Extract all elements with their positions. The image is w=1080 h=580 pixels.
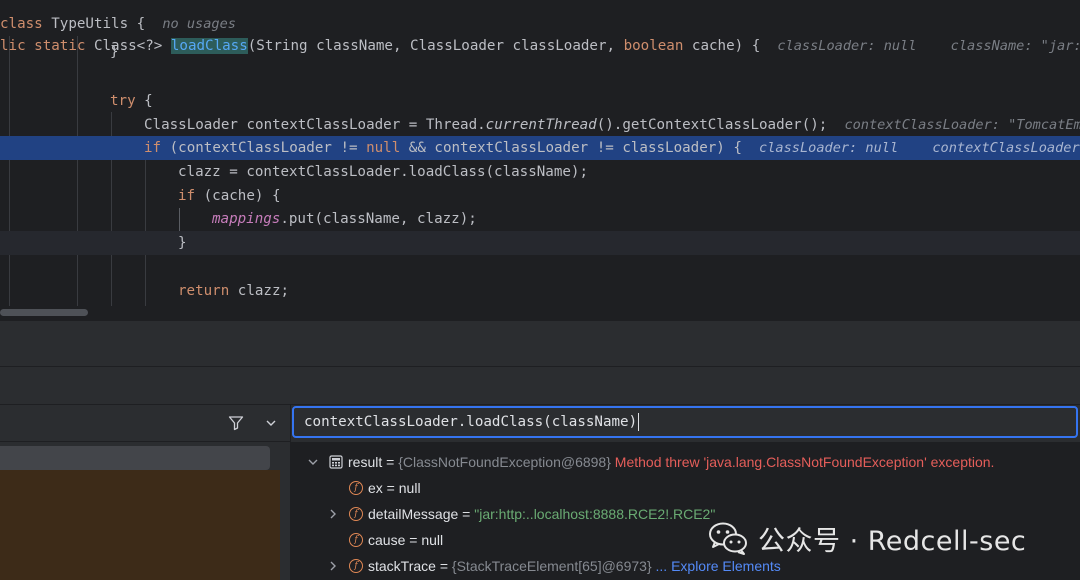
code-text: .put(className, clazz);	[280, 211, 477, 227]
code-text: (cache) {	[195, 188, 281, 204]
code-text: && contextClassLoader != classLoader) {	[400, 140, 742, 156]
variable-value: null	[398, 480, 421, 496]
field-f-icon: f	[349, 481, 363, 495]
code-text: ClassLoader contextClassLoader = Thread.	[144, 117, 486, 133]
code-text: ().getContextClassLoader();	[596, 117, 828, 133]
field-f-icon: f	[349, 559, 363, 573]
equals: =	[382, 480, 399, 496]
field-f-icon: f	[349, 533, 363, 547]
code-line[interactable]: try {	[0, 89, 1080, 113]
variable-name: result	[348, 454, 383, 470]
filter-icon[interactable]	[228, 415, 244, 431]
text-cursor	[638, 413, 640, 431]
code-line[interactable]: }	[0, 40, 1080, 64]
equals: =	[458, 506, 475, 522]
variable-value: null	[421, 532, 444, 548]
code-text: clazz = contextClassLoader.loadClass(cla…	[178, 164, 588, 180]
keyword: null	[366, 140, 401, 156]
caret-line[interactable]: }	[0, 231, 1080, 255]
code-text: currentThread	[485, 117, 597, 133]
code-text: (contextClassLoader !=	[161, 140, 367, 156]
frames-list[interactable]	[0, 470, 280, 580]
chevron-right-icon[interactable]	[327, 501, 339, 527]
expression-input[interactable]: contextClassLoader.loadClass(className)	[292, 406, 1078, 438]
variable-entry: cause = null	[368, 527, 443, 553]
keyword: try	[110, 93, 136, 109]
inline-value-hint: contextClassLoader: "TomcatEm	[844, 117, 1080, 133]
explore-elements-link[interactable]: ... Explore Elements	[652, 558, 781, 574]
code-text: clazz;	[229, 283, 290, 299]
code-line[interactable]: mappings.put(className, clazz);	[0, 207, 1080, 231]
wechat-icon	[709, 522, 747, 555]
chevron-down-icon[interactable]	[307, 449, 319, 475]
brace: }	[110, 44, 119, 60]
calculator-icon	[329, 455, 343, 469]
code-line[interactable]: clazz = contextClassLoader.loadClass(cla…	[0, 160, 1080, 184]
tree-row-result[interactable]: result = {ClassNotFoundException@6898} M…	[291, 449, 1080, 475]
variable-name: cause	[368, 532, 406, 548]
keyword: if	[178, 188, 196, 204]
variable-entry: result = {ClassNotFoundException@6898} M…	[348, 449, 994, 475]
inline-value-hint: classLoader: null	[759, 140, 899, 156]
variable-value: "jar:http:..localhost:8888.RCE2!.RCE2"	[474, 506, 716, 522]
code-line[interactable]: return clazz;	[0, 279, 1080, 303]
field-f-icon: f	[349, 507, 363, 521]
error-message: Method threw 'java.lang.ClassNotFoundExc…	[610, 454, 995, 470]
code-line[interactable]: if (cache) {	[0, 184, 1080, 208]
variable-type: {ClassNotFoundException@6898}	[398, 454, 611, 470]
frames-toolbar	[0, 405, 290, 442]
inline-value-hint: contextClassLoader	[932, 140, 1080, 156]
watermark: 公众号 · Redcell-sec	[708, 518, 1026, 558]
variable-name: ex	[368, 480, 383, 496]
field-name: mappings	[212, 211, 281, 227]
chevron-right-icon[interactable]	[327, 553, 339, 579]
scrollbar-thumb[interactable]	[0, 309, 88, 316]
tree-row-ex[interactable]: f ex = null	[291, 475, 1080, 501]
equals: =	[435, 558, 452, 574]
variable-entry: detailMessage = "jar:http:..localhost:88…	[368, 501, 715, 527]
code-line[interactable]: lic static Class<?> loadClass(String cla…	[0, 10, 1080, 54]
frames-scrollbar[interactable]	[280, 442, 290, 580]
expression-text: contextClassLoader.loadClass(className)	[304, 414, 638, 430]
brace: }	[178, 235, 187, 251]
code-editor[interactable]: class TypeUtils { no usages lic static C…	[0, 0, 1080, 306]
horizontal-scrollbar[interactable]	[0, 306, 1080, 320]
watermark-text: 公众号 · Redcell-sec	[758, 525, 1027, 557]
variable-entry: ex = null	[368, 475, 421, 501]
variable-name: detailMessage	[368, 506, 459, 522]
code-line[interactable]: ClassLoader contextClassLoader = Thread.…	[0, 113, 1080, 137]
code-text: {	[135, 93, 153, 109]
tool-window-strip	[0, 366, 1080, 405]
variable-type: {StackTraceElement[65]@6973}	[451, 558, 652, 574]
equals: =	[382, 454, 399, 470]
execution-line[interactable]: if (contextClassLoader != null && contex…	[0, 136, 1080, 160]
variables-tree[interactable]: result = {ClassNotFoundException@6898} M…	[291, 442, 1080, 580]
keyword: return	[178, 283, 230, 299]
keyword: if	[144, 140, 162, 156]
equals: =	[405, 532, 422, 548]
chevron-down-icon[interactable]	[265, 417, 277, 429]
selected-frame[interactable]	[0, 446, 270, 470]
tool-window-strip	[0, 320, 1080, 367]
frames-panel	[0, 405, 290, 580]
variable-name: stackTrace	[368, 558, 436, 574]
